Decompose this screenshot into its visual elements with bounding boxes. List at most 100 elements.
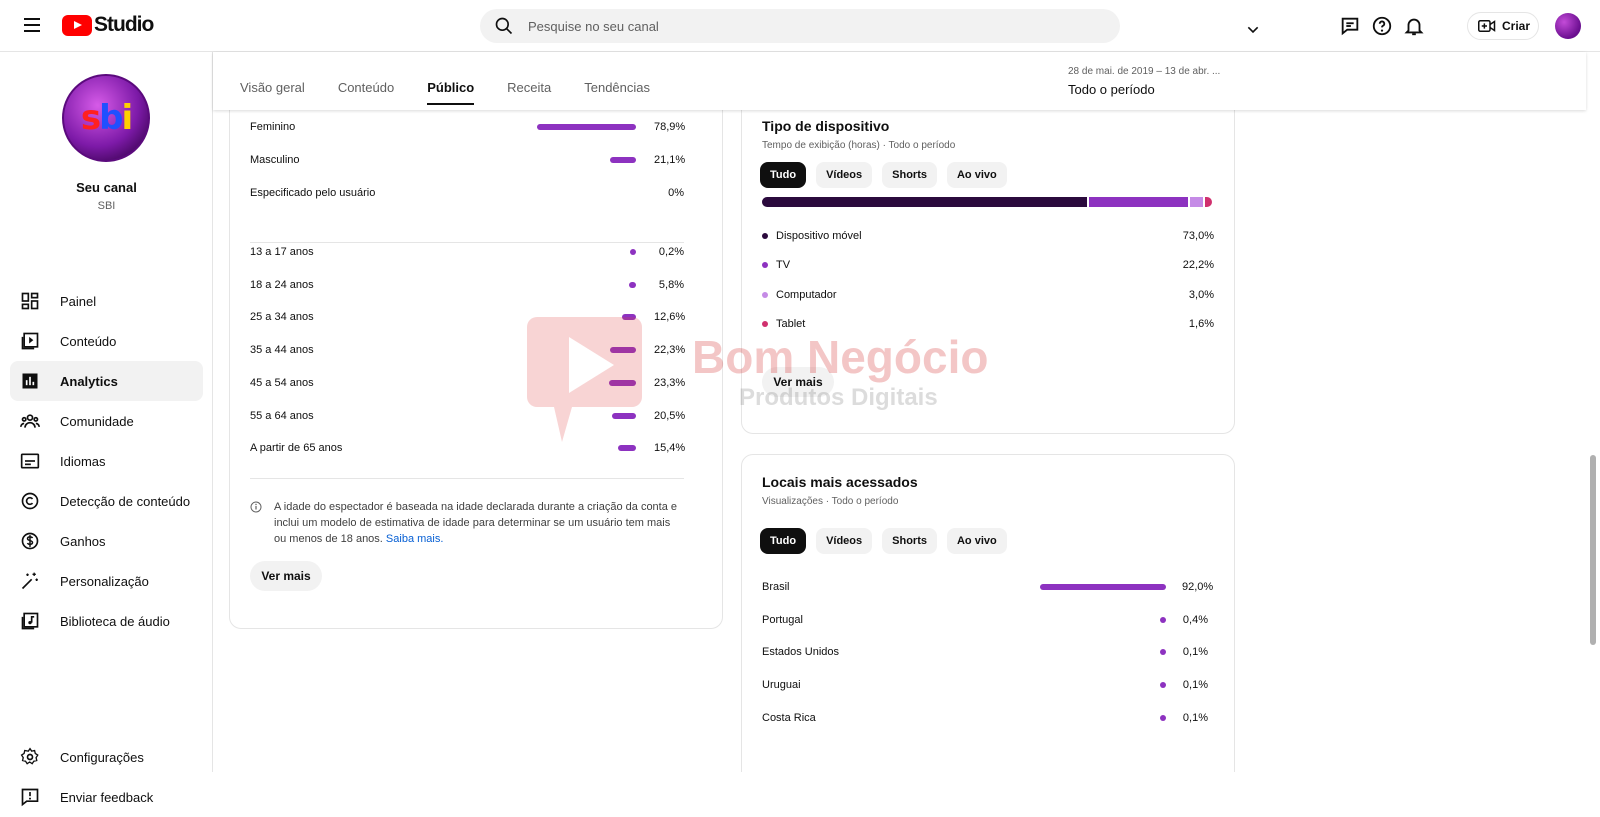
chip-shorts[interactable]: Shorts [882,162,937,188]
row-label: A partir de 65 anos [250,442,343,455]
row-percent: 3,0% [1188,288,1214,301]
device-bar-segment [1088,197,1188,207]
sidebar-item-label: Detecção de conteúdo [60,493,191,509]
age-row: 18 a 24 anos 5,8% [250,275,684,295]
period-label: Todo o período [1068,82,1155,97]
value-bar [629,281,636,288]
scrollbar-thumb[interactable] [1590,455,1596,645]
card-title: Tipo de dispositivo [762,118,890,134]
row-percent: 0% [668,187,684,199]
tab-tendencias[interactable]: Tendências [584,80,650,105]
device-row: TV 22,2% [762,256,1214,274]
age-row: 55 a 64 anos 20,5% [250,406,686,426]
tab-conteudo[interactable]: Conteúdo [338,80,394,105]
sidebar-item-comunidade[interactable]: Comunidade [10,401,203,441]
notification-bell-icon[interactable] [1403,15,1425,37]
device-bar-segment [1189,197,1203,207]
search-bar[interactable] [480,9,1120,43]
chip-tudo[interactable]: Tudo [760,162,807,188]
location-row: Estados Unidos 0,1% [762,642,1208,662]
sidebar-item-label: Personalização [60,573,149,589]
row-percent: 12,6% [654,311,686,324]
analytics-content: Feminino 78,9% Masculino 21,1% Especificado … [213,110,1586,772]
legend-dot [762,233,768,239]
chip-videos[interactable]: Vídeos [816,162,873,188]
learn-more-link[interactable]: Saiba mais. [386,533,443,545]
device-bar-segment [1204,197,1213,207]
hamburger-menu-icon[interactable] [20,14,44,38]
chip-tudo[interactable]: Tudo [760,528,807,554]
period-selector[interactable]: 28 de mai. de 2019 – 13 de abr. ... Todo… [1068,66,1268,97]
chip-shorts[interactable]: Shorts [882,528,937,554]
device-row: Dispositivo móvel 73,0% [762,227,1214,245]
row-percent: 22,3% [654,344,686,357]
divider [250,478,684,479]
row-percent: 1,6% [1188,317,1214,330]
page-scrollbar [1586,52,1600,772]
row-percent: 78,9% [654,121,686,133]
sidebar-bottom-nav: Configurações Enviar feedback [10,737,203,817]
row-label: 13 a 17 anos [250,246,314,258]
row-label: 45 a 54 anos [250,376,314,389]
sidebar-item-biblioteca-audio[interactable]: Biblioteca de áudio [10,601,203,641]
row-percent: 0,4% [1182,613,1208,626]
row-percent: 0,1% [1182,679,1208,692]
tab-publico[interactable]: Público [427,80,475,105]
feedback-icon [21,788,39,807]
account-avatar[interactable] [1555,13,1581,39]
legend-dot [762,320,768,327]
community-icon [20,414,40,428]
sidebar: sbi Seu canal SBI Painel Conteúdo Analyt… [0,52,213,807]
sidebar-item-analytics[interactable]: Analytics [10,361,203,401]
locations-filter-chips: Tudo Vídeos Shorts Ao vivo [760,528,1017,554]
see-more-button[interactable]: Ver mais [762,367,834,397]
chevron-down-icon[interactable] [1245,22,1261,38]
device-stacked-bar [762,197,1214,207]
row-label: Portugal [762,613,803,626]
row-percent: 20,5% [654,409,686,422]
sidebar-item-conteudo[interactable]: Conteúdo [10,321,203,361]
device-row: Computador 3,0% [762,286,1214,304]
legend-dot [762,291,768,298]
value-dot [1160,649,1166,656]
copyright-icon [21,492,39,510]
sidebar-item-ganhos[interactable]: Ganhos [10,521,203,561]
sidebar-item-personalizacao[interactable]: Personalização [10,561,203,601]
row-label: Dispositivo móvel [776,230,862,242]
row-label: Costa Rica [762,711,816,724]
sidebar-nav: Painel Conteúdo Analytics Comunidade Idi… [10,281,203,641]
create-label: Criar [1502,19,1531,33]
card-subtitle: Visualizações · Todo o período [762,496,899,507]
sidebar-item-configuracoes[interactable]: Configurações [10,737,203,777]
sidebar-item-painel[interactable]: Painel [10,281,203,321]
help-icon[interactable] [1371,15,1393,37]
sidebar-item-deteccao[interactable]: Detecção de conteúdo [10,481,203,521]
studio-logo[interactable]: Studio [62,13,154,37]
chip-videos[interactable]: Vídeos [816,528,873,554]
value-bar [610,347,636,354]
gender-row: Masculino 21,1% [250,150,685,170]
top-locations-card: Locais mais acessados Visualizações · To… [741,454,1235,772]
value-dot [1160,616,1166,623]
row-label: 25 a 34 anos [250,311,314,324]
channel-avatar[interactable]: sbi [62,74,150,162]
search-input[interactable] [528,18,1088,34]
comment-icon[interactable] [1339,15,1361,37]
tab-visao-geral[interactable]: Visão geral [240,80,305,105]
row-percent: 15,4% [654,442,686,455]
value-dot [1160,714,1166,721]
sidebar-item-enviar-feedback[interactable]: Enviar feedback [10,777,203,817]
sidebar-item-idiomas[interactable]: Idiomas [10,441,203,481]
period-range: 28 de mai. de 2019 – 13 de abr. ... [1068,66,1221,77]
value-dot [1160,682,1166,689]
value-bar [1039,584,1166,590]
dashboard-icon [21,292,39,310]
chip-ao-vivo[interactable]: Ao vivo [946,162,1007,188]
sidebar-item-label: Comunidade [60,413,134,429]
video-add-icon [1478,20,1496,32]
see-more-button[interactable]: Ver mais [250,561,322,591]
create-button[interactable]: Criar [1467,12,1539,40]
dollar-icon [21,532,39,550]
chip-ao-vivo[interactable]: Ao vivo [946,528,1007,554]
tab-receita[interactable]: Receita [507,80,551,105]
